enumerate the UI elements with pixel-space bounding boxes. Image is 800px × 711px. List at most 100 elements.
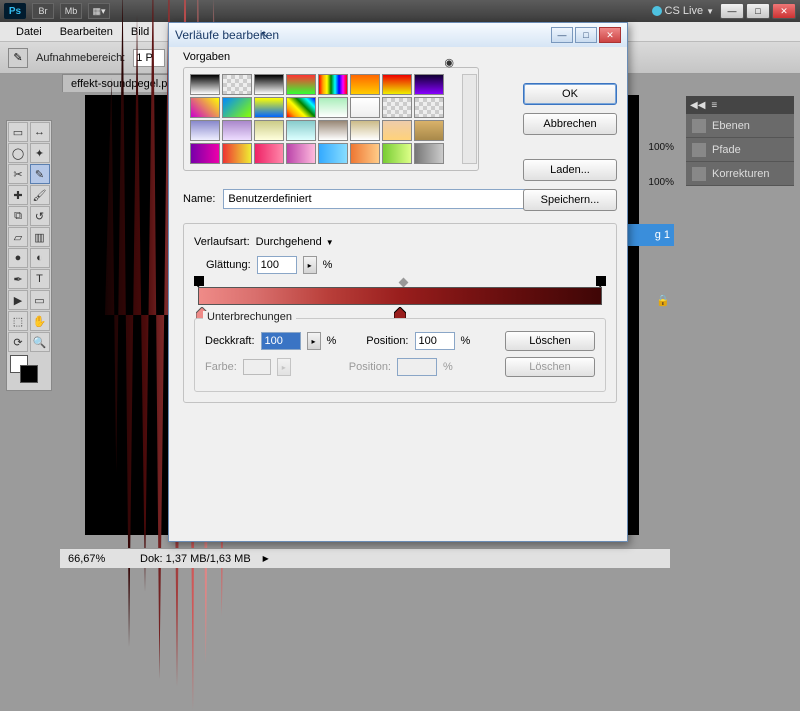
right-dock-header[interactable]: ◀◀≡ [686,96,794,114]
preset-swatch[interactable] [414,120,444,141]
cancel-button[interactable]: Abbrechen [523,113,617,135]
preset-swatch[interactable] [190,143,220,164]
preset-swatch[interactable] [350,97,380,118]
layout-menu[interactable]: ▦▾ [88,3,110,19]
menu-file[interactable]: Datei [8,24,50,40]
cs-live[interactable]: CS Live▼ [652,5,714,17]
preset-swatch[interactable] [190,74,220,95]
eyedropper-tool[interactable]: ✎ [30,164,50,184]
load-button[interactable]: Laden... [523,159,617,181]
preset-swatch[interactable] [222,74,252,95]
panel-ebenen[interactable]: Ebenen [686,114,794,138]
crop-tool[interactable]: ✂ [8,164,28,184]
adjustments-icon [692,167,706,181]
panel-korrekturen[interactable]: Korrekturen [686,162,794,186]
preset-swatch[interactable] [350,143,380,164]
panel-pfade[interactable]: Pfade [686,138,794,162]
dialog-close[interactable]: ✕ [599,27,621,43]
preset-swatch[interactable] [190,120,220,141]
eyedropper-tool-icon[interactable]: ✎ [8,48,28,68]
preset-swatch[interactable] [222,97,252,118]
preset-swatch[interactable] [382,143,412,164]
preset-swatch[interactable] [414,97,444,118]
heal-tool[interactable]: ✚ [8,185,28,205]
window-minimize[interactable]: — [720,3,744,19]
right-dock: ◀◀≡ Ebenen Pfade Korrekturen [686,96,794,186]
dialog-minimize[interactable]: — [551,27,573,43]
eraser-tool[interactable]: ▱ [8,227,28,247]
panel-label: Ebenen [712,120,750,132]
dialog-maximize[interactable]: □ [575,27,597,43]
smoothing-stepper[interactable]: ▸ [303,256,317,274]
gradient-track[interactable]: ◆ ◆ [198,282,602,310]
zoom-level[interactable]: 66,67% [68,553,128,565]
preset-swatch[interactable] [286,143,316,164]
wand-tool[interactable]: ✦ [30,143,50,163]
position-input[interactable] [415,332,455,350]
dialog-titlebar[interactable]: Verläufe bearbeiten ↖ — □ ✕ [169,23,627,47]
save-button[interactable]: Speichern... [523,189,617,211]
smoothing-input[interactable] [257,256,297,274]
history-brush-tool[interactable]: ↺ [30,206,50,226]
preset-swatch[interactable] [350,74,380,95]
sample-size-input[interactable] [133,49,165,67]
gradient-tool[interactable]: ▥ [30,227,50,247]
layer-row-g1[interactable]: g 1 [626,224,674,246]
shape-tool[interactable]: ▭ [30,290,50,310]
preset-swatch[interactable] [254,143,284,164]
delete-opacity-stop-button[interactable]: Löschen [505,331,595,351]
preset-swatch[interactable] [222,143,252,164]
preset-swatch[interactable] [318,97,348,118]
opacity-midpoint[interactable] [399,278,409,288]
blur-tool[interactable]: ● [8,248,28,268]
type-tool[interactable]: T [30,269,50,289]
mb-button[interactable]: Mb [60,3,82,19]
zoom-tool[interactable]: 🔍 [30,332,50,352]
ok-button[interactable]: OK [523,83,617,105]
preset-swatch[interactable] [286,97,316,118]
preset-swatch[interactable] [254,120,284,141]
preset-swatch[interactable] [382,97,412,118]
gradient-type-label: Verlaufsart: [194,236,250,248]
preset-swatch[interactable] [350,120,380,141]
preset-swatch[interactable] [318,120,348,141]
window-close[interactable]: ✕ [772,3,796,19]
window-maximize[interactable]: □ [746,3,770,19]
gradient-bar[interactable] [198,287,602,305]
3d-tool[interactable]: ⬚ [8,311,28,331]
rotate-tool[interactable]: ⟳ [8,332,28,352]
move-tool[interactable]: ▭ [8,122,28,142]
color-swatches[interactable] [8,353,50,389]
preset-swatch[interactable] [254,97,284,118]
gradient-name-input[interactable] [223,189,541,209]
preset-swatch[interactable] [254,74,284,95]
background-swatch[interactable] [20,365,38,383]
hand-tool[interactable]: ✋ [30,311,50,331]
dodge-tool[interactable]: ◐ [30,248,50,268]
opacity-stepper[interactable]: ▸ [307,332,321,350]
brush-tool[interactable]: 🖌 [30,185,50,205]
preset-swatch[interactable] [318,143,348,164]
gradient-type-select[interactable]: Durchgehend▼ [256,236,334,248]
preset-swatch[interactable] [414,74,444,95]
pen-tool[interactable]: ✒ [8,269,28,289]
opacity-stop-right[interactable]: ◆ [596,276,606,286]
path-select-tool[interactable]: ▶ [8,290,28,310]
preset-swatch[interactable] [414,143,444,164]
opacity-input[interactable] [261,332,301,350]
lasso-tool[interactable]: ◯ [8,143,28,163]
br-button[interactable]: Br [32,3,54,19]
preset-swatch[interactable] [382,120,412,141]
menu-edit[interactable]: Bearbeiten [52,24,121,40]
presets-scrollbar[interactable] [462,74,477,164]
preset-swatch[interactable] [222,120,252,141]
stamp-tool[interactable]: ⧉ [8,206,28,226]
move-arrow-tool[interactable]: ↔ [30,122,50,142]
opacity-stop-left[interactable]: ◆ [194,276,204,286]
preset-swatch[interactable] [286,120,316,141]
preset-swatch[interactable] [286,74,316,95]
preset-swatch[interactable] [190,97,220,118]
preset-swatch[interactable] [382,74,412,95]
presets-flyout-icon[interactable]: ◉ [444,56,454,69]
preset-swatch[interactable] [318,74,348,95]
